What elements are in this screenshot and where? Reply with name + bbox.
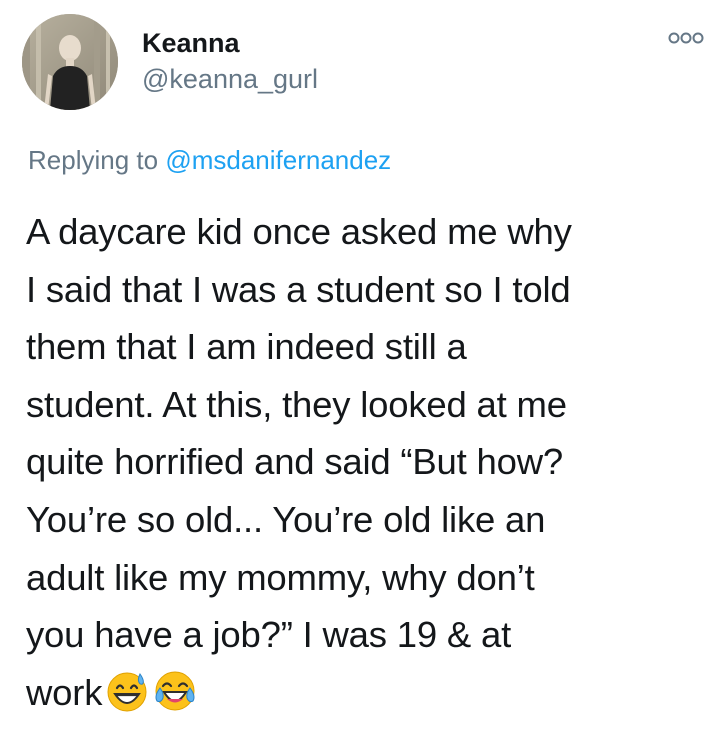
grinning-face-with-sweat-emoji	[104, 668, 150, 714]
replying-to-mention-link[interactable]: @msdanifernandez	[165, 145, 391, 175]
tweet-text-line: you have a job?” I was 19 & at	[26, 614, 512, 656]
user-handle[interactable]: @keanna_gurl	[142, 62, 318, 96]
tweet-text-line: quite horrified and said “But how?	[26, 441, 563, 483]
tweet-text-line: You’re so old... You’re old like an	[26, 498, 546, 540]
avatar-photo	[22, 14, 118, 110]
tweet-text-line: student. At this, they looked at me	[26, 383, 567, 425]
tweet-card: Keanna @keanna_gurl Replying to @msdanif…	[0, 0, 720, 747]
replying-to: Replying to @msdanifernandez	[28, 143, 391, 177]
tweet-text-line: adult like my mommy, why don’t	[26, 556, 535, 598]
tweet-text-last-line: work	[26, 664, 706, 722]
tweet-text: A daycare kid once asked me why I said t…	[26, 203, 706, 721]
avatar[interactable]	[22, 14, 118, 110]
tweet-text-line: them that I am indeed still a	[26, 326, 467, 368]
more-horizontal-icon[interactable]	[666, 28, 706, 48]
face-with-tears-of-joy-emoji	[152, 668, 198, 714]
replying-to-label: Replying to	[28, 145, 159, 175]
tweet-text-line: work	[26, 671, 103, 713]
display-name[interactable]: Keanna	[142, 26, 240, 60]
tweet-text-line: I said that I was a student so I told	[26, 268, 571, 310]
tweet-text-line: A daycare kid once asked me why	[26, 211, 572, 252]
